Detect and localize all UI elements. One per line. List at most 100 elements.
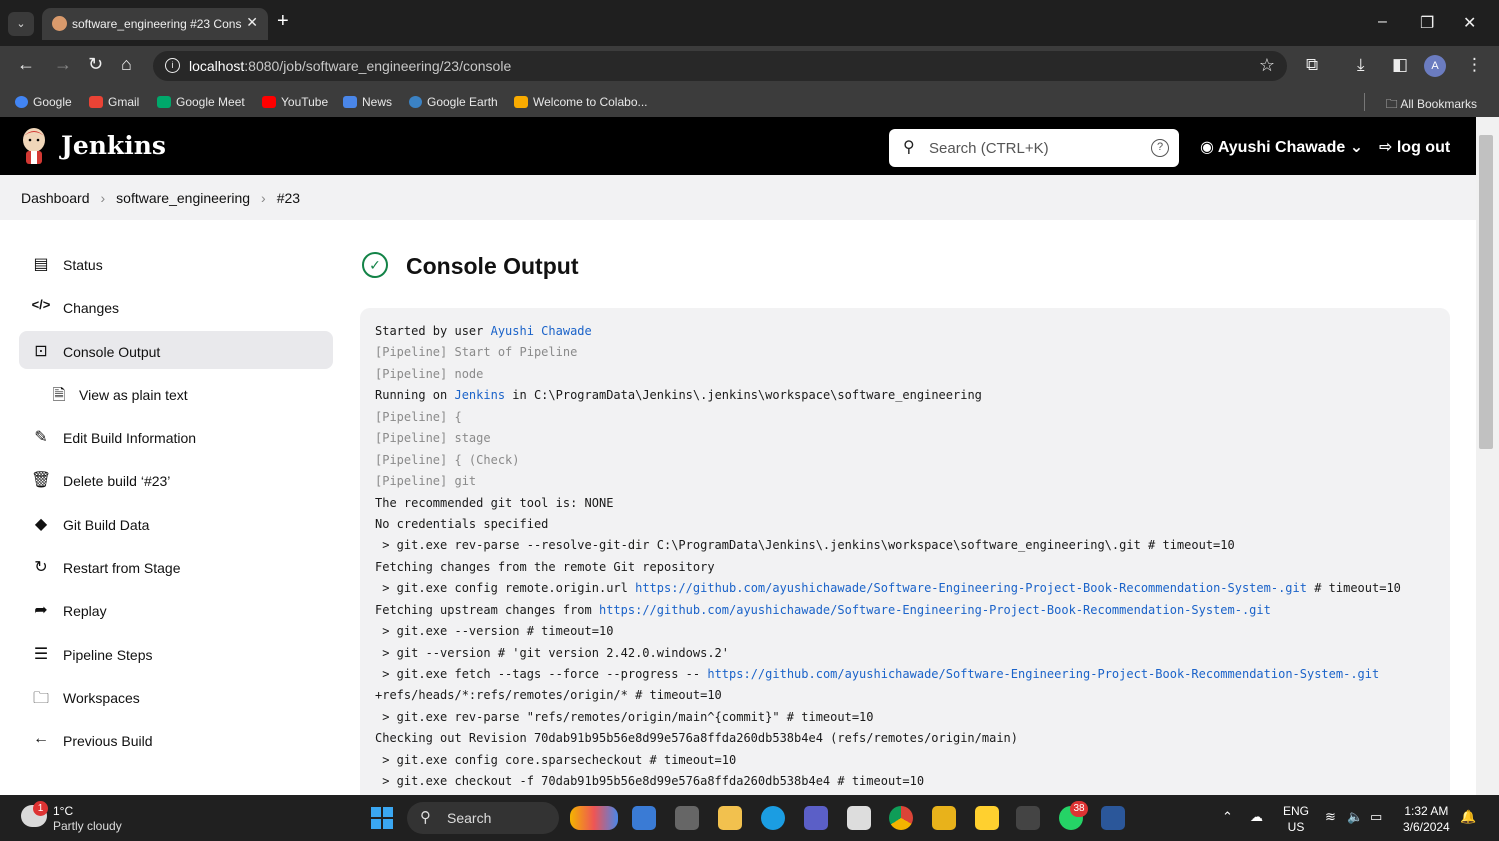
- bookmark-youtube[interactable]: YouTube: [262, 95, 328, 109]
- terminal-app-icon[interactable]: [1016, 806, 1040, 830]
- console-line: Started by user Ayushi Chawade: [375, 324, 592, 338]
- all-bookmarks[interactable]: 🗀 All Bookmarks: [1386, 95, 1477, 116]
- help-icon[interactable]: ?: [1151, 139, 1169, 157]
- scrollbar-thumb[interactable]: [1479, 135, 1493, 449]
- console-line: Running on Jenkins in C:\ProgramData\Jen…: [375, 388, 982, 403]
- google-icon: [15, 96, 28, 108]
- wifi-icon[interactable]: ≋: [1325, 809, 1336, 825]
- console-line: Fetching changes from the remote Git rep…: [375, 559, 715, 574]
- sidebar-item-workspaces[interactable]: 🗀 Workspaces: [19, 677, 333, 715]
- volume-icon[interactable]: 🔈: [1347, 809, 1363, 825]
- logout-link[interactable]: ⇨ log out: [1379, 137, 1450, 157]
- bookmark-gmail[interactable]: Gmail: [89, 95, 139, 109]
- url-path: :8080/job/software_engineering/23/consol…: [244, 58, 512, 74]
- sidebar-item-status[interactable]: ▤ Status: [19, 244, 333, 282]
- clock[interactable]: 1:32 AM 3/6/2024: [1403, 803, 1450, 835]
- console-link[interactable]: https://github.com/ayushichawade/Softwar…: [599, 603, 1271, 617]
- back-icon[interactable]: ←: [17, 54, 35, 75]
- sidebar-item-previous-build[interactable]: ← Previous Build: [19, 720, 333, 758]
- console-log: Started by user Ayushi Chawade [Pipeline]…: [360, 308, 1450, 808]
- file-explorer-icon[interactable]: [718, 806, 742, 830]
- chrome-icon[interactable]: [889, 806, 913, 830]
- sticky-notes-icon[interactable]: [932, 806, 956, 830]
- breadcrumb-dashboard[interactable]: Dashboard: [21, 190, 90, 206]
- tab-title: software_engineering #23 Cons: [72, 17, 242, 31]
- console-line: > git --version # 'git version 2.42.0.wi…: [375, 645, 730, 660]
- url-bar[interactable]: i localhost:8080/job/software_engineerin…: [153, 51, 1287, 81]
- weather-badge: 1: [33, 801, 48, 816]
- console-line: > git.exe config core.sparsecheckout # t…: [375, 752, 737, 767]
- task-view-icon[interactable]: [675, 806, 699, 830]
- console-line: Checking out Revision 70dab91b95b56e8d99…: [375, 731, 1018, 746]
- console-line: > git.exe fetch --tags --force --progres…: [375, 667, 1380, 681]
- bookmark-google-earth[interactable]: Google Earth: [409, 95, 498, 109]
- weather-condition[interactable]: Partly cloudy: [53, 819, 122, 833]
- sidebar-item-plain-text[interactable]: 🗎 View as plain text: [19, 374, 333, 412]
- word-icon[interactable]: [1101, 806, 1125, 830]
- replay-icon: ➦: [34, 602, 48, 620]
- bookmark-colab[interactable]: Welcome to Colabo...: [514, 95, 648, 109]
- download-icon[interactable]: ⤓: [1357, 55, 1365, 75]
- browser-tab[interactable]: software_engineering #23 Cons ✕: [42, 8, 268, 40]
- chevron-up-icon[interactable]: ⌃: [1222, 809, 1233, 825]
- widgets-icon[interactable]: [570, 806, 618, 830]
- meet-icon: [157, 96, 171, 108]
- weather-temp[interactable]: 1°C: [53, 804, 73, 818]
- extensions-icon[interactable]: ⧉: [1306, 55, 1318, 75]
- page-title: ✓ Console Output: [360, 250, 1450, 286]
- breadcrumb-job[interactable]: software_engineering: [116, 190, 250, 206]
- miro-icon[interactable]: [975, 806, 999, 830]
- console-link[interactable]: https://github.com/ayushichawade/Softwar…: [707, 667, 1379, 681]
- new-tab-icon[interactable]: +: [277, 10, 289, 33]
- bookmark-news[interactable]: News: [343, 95, 392, 109]
- sidebar: ▤ Status </> Changes ⊡ Console Output 🗎 View…: [19, 244, 333, 764]
- reload-icon[interactable]: ↻: [88, 54, 103, 75]
- sidebar-item-git-build-data[interactable]: ◆ Git Build Data: [19, 504, 333, 542]
- minimize-icon[interactable]: –: [1378, 13, 1387, 31]
- sidebar-item-delete-build[interactable]: 🗑 Delete build ‘#23’: [19, 460, 333, 498]
- sidebar-item-restart-stage[interactable]: ↻ Restart from Stage: [19, 547, 333, 585]
- sidebar-item-pipeline-steps[interactable]: ☰ Pipeline Steps: [19, 634, 333, 672]
- teams-icon[interactable]: [804, 806, 828, 830]
- jenkins-title[interactable]: Jenkins: [61, 131, 166, 160]
- console-link[interactable]: Jenkins: [454, 388, 505, 402]
- browser-menu-icon[interactable]: ⋮: [1466, 55, 1483, 75]
- sidebar-item-replay[interactable]: ➦ Replay: [19, 590, 333, 628]
- restart-icon: ↻: [34, 559, 48, 577]
- taskbar-search[interactable]: ⚲ Search: [407, 802, 559, 834]
- bookmark-star-icon[interactable]: ☆: [1259, 55, 1275, 76]
- store-icon[interactable]: [847, 806, 871, 830]
- notification-bell-icon[interactable]: 🔔: [1460, 809, 1476, 825]
- edge-icon[interactable]: [761, 806, 785, 830]
- forward-icon[interactable]: →: [54, 54, 72, 75]
- page-scrollbar[interactable]: [1476, 117, 1499, 795]
- console-link[interactable]: Ayushi Chawade: [491, 324, 592, 338]
- app-icon-1[interactable]: [632, 806, 656, 830]
- profile-avatar[interactable]: A: [1424, 55, 1446, 77]
- restore-icon[interactable]: ❐: [1420, 13, 1434, 33]
- edit-icon: ✎: [34, 429, 48, 447]
- bookmark-google-meet[interactable]: Google Meet: [157, 95, 245, 109]
- breadcrumb-build[interactable]: #23: [277, 190, 300, 206]
- close-window-icon[interactable]: ✕: [1463, 13, 1476, 33]
- sidebar-item-console-output[interactable]: ⊡ Console Output: [19, 330, 333, 369]
- chevron-down-icon: ⌄: [1345, 139, 1364, 156]
- bookmark-google[interactable]: Google: [15, 95, 72, 109]
- sidebar-item-changes[interactable]: </> Changes: [19, 287, 333, 325]
- sidebar-item-edit-build[interactable]: ✎ Edit Build Information: [19, 417, 333, 455]
- jenkins-logo-icon[interactable]: [20, 127, 48, 165]
- tab-search-menu-icon[interactable]: ⌄: [8, 12, 34, 36]
- user-menu[interactable]: ◉ Ayushi Chawade ⌄: [1200, 137, 1363, 157]
- battery-icon[interactable]: ▭: [1370, 809, 1382, 825]
- home-icon[interactable]: ⌂: [121, 54, 132, 75]
- console-line: Fetching upstream changes from https://g…: [375, 602, 1271, 617]
- onedrive-icon[interactable]: ☁: [1250, 809, 1263, 825]
- windows-start-icon[interactable]: [371, 807, 393, 829]
- side-panel-icon[interactable]: ◧: [1392, 55, 1408, 75]
- jenkins-search-input[interactable]: ⚲ Search (CTRL+K) ?: [889, 129, 1179, 167]
- language-indicator[interactable]: ENG US: [1283, 803, 1309, 835]
- folder-icon: 🗀: [1385, 97, 1401, 111]
- close-tab-icon[interactable]: ✕: [246, 14, 258, 31]
- console-link[interactable]: https://github.com/ayushichawade/Softwar…: [635, 581, 1307, 595]
- site-info-icon[interactable]: i: [165, 58, 180, 73]
